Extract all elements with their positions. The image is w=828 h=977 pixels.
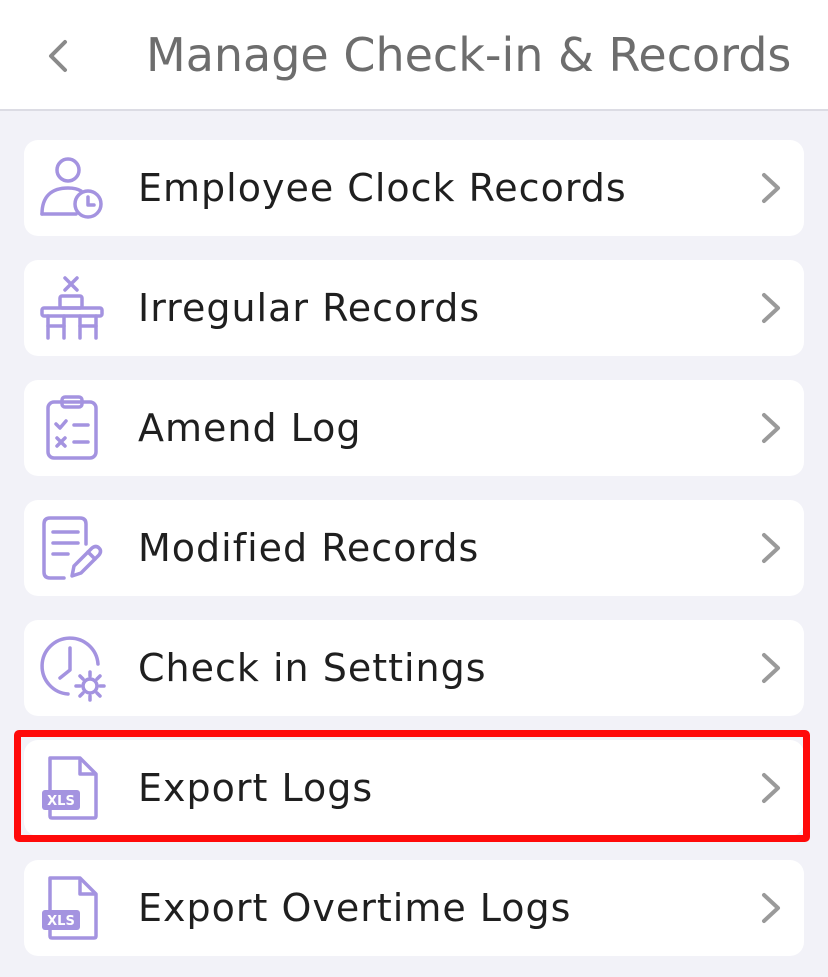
chevron-right-icon bbox=[762, 173, 780, 203]
user-clock-icon bbox=[38, 154, 106, 222]
menu-item-label: Amend Log bbox=[138, 406, 362, 450]
menu-item-export-logs[interactable]: XLS Export Logs bbox=[24, 740, 804, 836]
chevron-right-icon bbox=[762, 413, 780, 443]
document-edit-icon bbox=[38, 514, 106, 582]
xls-file-icon: XLS bbox=[38, 754, 106, 822]
chevron-right-icon bbox=[762, 653, 780, 683]
xls-file-icon: XLS bbox=[38, 874, 106, 942]
desk-x-icon bbox=[38, 274, 106, 342]
menu-item-label: Check in Settings bbox=[138, 646, 487, 690]
menu-item-amend-log[interactable]: Amend Log bbox=[24, 380, 804, 476]
chevron-right-icon bbox=[762, 293, 780, 323]
chevron-right-icon bbox=[762, 893, 780, 923]
menu-item-check-in-settings[interactable]: Check in Settings bbox=[24, 620, 804, 716]
menu-item-label: Irregular Records bbox=[138, 286, 481, 330]
xls-badge-text: XLS bbox=[47, 914, 75, 929]
clock-gear-icon bbox=[38, 634, 106, 702]
menu-item-export-overtime-logs[interactable]: XLS Export Overtime Logs bbox=[24, 860, 804, 956]
back-button[interactable] bbox=[30, 28, 86, 84]
menu-item-label: Employee Clock Records bbox=[138, 166, 627, 210]
chevron-right-icon bbox=[762, 773, 780, 803]
xls-badge-text: XLS bbox=[47, 794, 75, 809]
chevron-right-icon bbox=[762, 533, 780, 563]
menu-item-label: Export Logs bbox=[138, 766, 374, 810]
chevron-left-icon bbox=[49, 40, 67, 72]
menu-item-irregular-records[interactable]: Irregular Records bbox=[24, 260, 804, 356]
menu-item-label: Modified Records bbox=[138, 526, 480, 570]
menu-item-modified-records[interactable]: Modified Records bbox=[24, 500, 804, 596]
menu-item-employee-clock-records[interactable]: Employee Clock Records bbox=[24, 140, 804, 236]
top-bar: Manage Check-in & Records bbox=[0, 0, 828, 111]
clipboard-checklist-icon bbox=[38, 394, 106, 462]
menu-item-label: Export Overtime Logs bbox=[138, 886, 572, 930]
page-title: Manage Check-in & Records bbox=[146, 28, 792, 82]
